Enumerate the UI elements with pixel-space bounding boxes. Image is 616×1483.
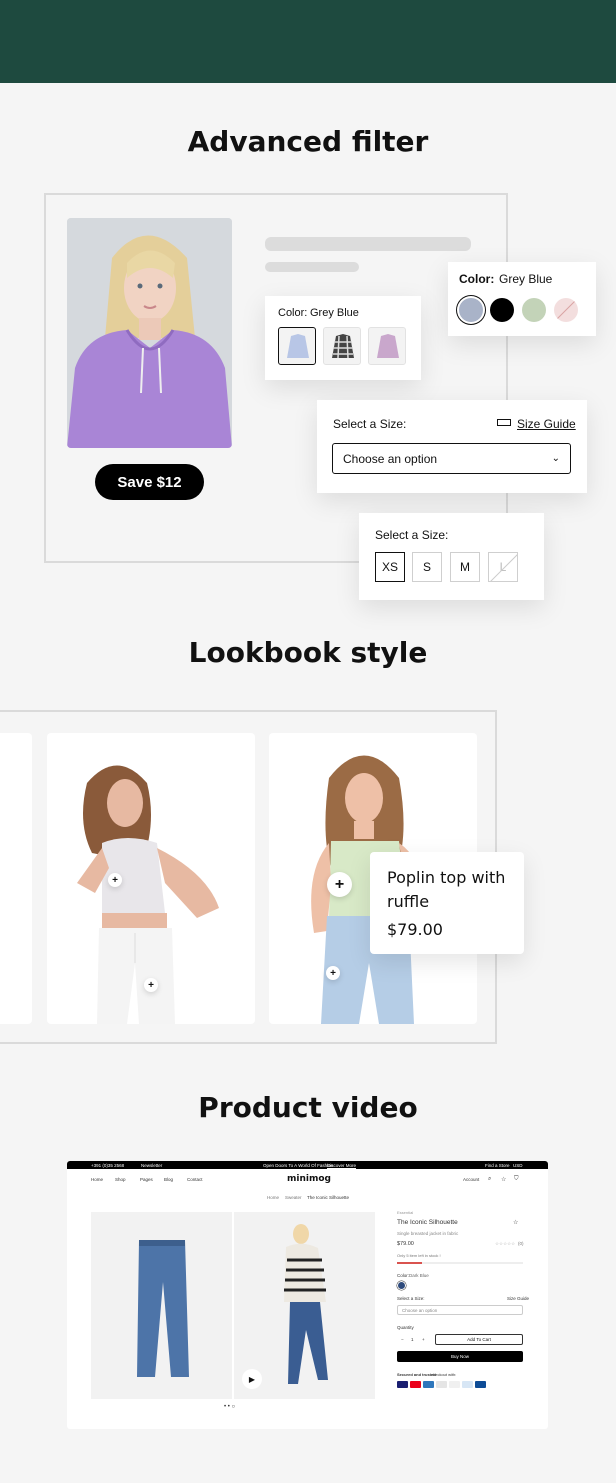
- secure-checkout-label: Secured and trusted: [397, 1372, 436, 1377]
- save-badge[interactable]: Save $12: [95, 464, 204, 500]
- product-subtitle: Single breasted jacket in fabric: [397, 1231, 459, 1236]
- lookbook-card-partial: [0, 733, 32, 1024]
- payment-icons: [397, 1381, 486, 1388]
- store-color-value: Dark Blue: [409, 1273, 429, 1278]
- swatch-black[interactable]: [490, 298, 514, 322]
- discover-link[interactable]: Discover More: [327, 1163, 356, 1168]
- swatch-sage[interactable]: [522, 298, 546, 322]
- size-buttons-label: Select a Size:: [375, 528, 449, 542]
- stock-bar: [397, 1262, 523, 1264]
- size-m-button[interactable]: M: [450, 552, 480, 582]
- thumb-shirt-purple[interactable]: [368, 327, 406, 365]
- store-size-guide[interactable]: Size Guide: [507, 1296, 529, 1301]
- quantity-label: Quantity: [397, 1325, 414, 1330]
- hotspot-plus-icon-jeans[interactable]: +: [326, 966, 340, 980]
- cart-icon[interactable]: ⛉: [514, 1176, 519, 1183]
- store-page-mockup: +391 (0)35 2568 Newsletter Open Doors To…: [67, 1161, 548, 1429]
- paypal-icon: [436, 1381, 447, 1388]
- currency-select[interactable]: USD: [513, 1163, 523, 1168]
- hotspot-plus-icon-pants[interactable]: +: [144, 978, 158, 992]
- store-color-label: Color:: [397, 1273, 410, 1278]
- find-store-link[interactable]: Find a Store: [485, 1163, 510, 1168]
- size-select-value: Choose an option: [343, 451, 438, 466]
- size-buttons-card: Select a Size: XS S M L: [359, 513, 544, 600]
- nav-shop[interactable]: Shop: [115, 1177, 126, 1182]
- jcb-icon: [475, 1381, 486, 1388]
- section-title-product-video: Product video: [198, 1091, 418, 1124]
- secure-checkout-text: checkout with:: [431, 1372, 457, 1377]
- store-newsletter[interactable]: Newsletter: [141, 1163, 162, 1168]
- size-guide-link[interactable]: Size Guide: [517, 417, 576, 431]
- nav-home[interactable]: Home: [91, 1177, 103, 1182]
- thumb-shirt-blue[interactable]: [278, 327, 316, 365]
- size-l-button-unavailable[interactable]: L: [488, 552, 518, 582]
- qty-value[interactable]: 1: [411, 1337, 414, 1342]
- size-xs-button[interactable]: XS: [375, 552, 405, 582]
- store-size-placeholder: Choose an option: [402, 1308, 438, 1313]
- add-to-cart-button[interactable]: Add To Cart: [435, 1334, 523, 1345]
- nav-pages[interactable]: Pages: [140, 1177, 153, 1182]
- thumb-shirt-plaid[interactable]: [323, 327, 361, 365]
- store-size-label: Select a Size:: [397, 1296, 425, 1301]
- popup-product-name: Poplin top with ruffle: [387, 868, 506, 911]
- amex-icon: [423, 1381, 434, 1388]
- buy-now-button[interactable]: Buy Now: [397, 1351, 523, 1362]
- store-swatch-dark-blue[interactable]: [398, 1282, 405, 1289]
- mastercard-icon: [410, 1381, 421, 1388]
- model-photo-hoodie: [67, 218, 232, 448]
- hotspot-plus-icon-top[interactable]: +: [108, 873, 122, 887]
- account-link[interactable]: Account: [463, 1177, 479, 1182]
- subtitle-placeholder: [265, 262, 359, 272]
- color-swatch-card: Color: Grey Blue: [448, 262, 596, 336]
- wishlist-icon[interactable]: ☆: [501, 1176, 506, 1183]
- popup-product-price: $79.00: [387, 920, 443, 939]
- carousel-dots[interactable]: • • ○: [224, 1404, 235, 1410]
- color-thumbnail-card: Color: Grey Blue: [265, 296, 421, 380]
- store-logo[interactable]: minimog: [287, 1174, 331, 1184]
- size-select[interactable]: Choose an option ⌄: [332, 443, 571, 474]
- size-dropdown-card: Select a Size: Size Guide Choose an opti…: [317, 400, 587, 493]
- chevron-down-icon: ⌄: [551, 453, 560, 464]
- product-title: The Iconic Silhouette: [397, 1219, 458, 1226]
- section-title-lookbook: Lookbook style: [188, 636, 428, 669]
- title-placeholder: [265, 237, 471, 251]
- store-announcement: Open Doors To A World Of Fashion: [263, 1162, 334, 1168]
- breadcrumb-category[interactable]: Sweater: [285, 1195, 302, 1200]
- size-s-button[interactable]: S: [412, 552, 442, 582]
- ruler-icon: [497, 419, 511, 426]
- color-label: Color:: [278, 307, 308, 319]
- top-banner: [0, 0, 616, 83]
- rating-stars-icon: ☆☆☆☆☆: [495, 1241, 516, 1246]
- size-select-label: Select a Size:: [333, 417, 407, 431]
- diners-icon: [462, 1381, 473, 1388]
- qty-minus-button[interactable]: −: [401, 1337, 404, 1342]
- breadcrumb-current: The Iconic Silhouette: [307, 1195, 350, 1200]
- swatch-color-label: Color:: [459, 272, 495, 286]
- discover-icon: [449, 1381, 460, 1388]
- hotspot-plus-icon-active[interactable]: +: [327, 872, 352, 897]
- breadcrumb-home[interactable]: Home: [267, 1195, 279, 1200]
- stock-note: Only 5 item left in stock !: [397, 1253, 441, 1258]
- qty-plus-button[interactable]: +: [422, 1337, 425, 1342]
- section-title-advanced-filter: Advanced filter: [187, 125, 429, 158]
- color-value: Grey Blue: [310, 307, 359, 319]
- lookbook-product-popup[interactable]: Poplin top with ruffle $79.00: [370, 852, 524, 954]
- swatch-pink-unavailable[interactable]: [554, 298, 578, 322]
- swatch-grey-blue[interactable]: [459, 298, 483, 322]
- add-to-cart-label: Add To Cart: [467, 1337, 491, 1342]
- nav-contact[interactable]: Contact: [187, 1177, 203, 1182]
- play-video-icon[interactable]: ▶: [242, 1369, 262, 1389]
- search-icon[interactable]: ⌕: [488, 1176, 491, 1183]
- buy-now-label: Buy Now: [450, 1354, 469, 1359]
- product-vendor: Essential: [397, 1210, 414, 1215]
- visa-icon: [397, 1381, 408, 1388]
- review-count: (0): [518, 1241, 524, 1246]
- store-size-select[interactable]: Choose an option: [397, 1305, 523, 1315]
- product-price: $79.00: [397, 1241, 414, 1247]
- nav-blog[interactable]: Blog: [164, 1177, 173, 1182]
- gallery-image-jeans[interactable]: [91, 1212, 232, 1399]
- store-phone: +391 (0)35 2568: [91, 1162, 125, 1168]
- product-wishlist-icon[interactable]: ☆: [513, 1219, 518, 1226]
- swatch-color-value: Grey Blue: [499, 272, 553, 286]
